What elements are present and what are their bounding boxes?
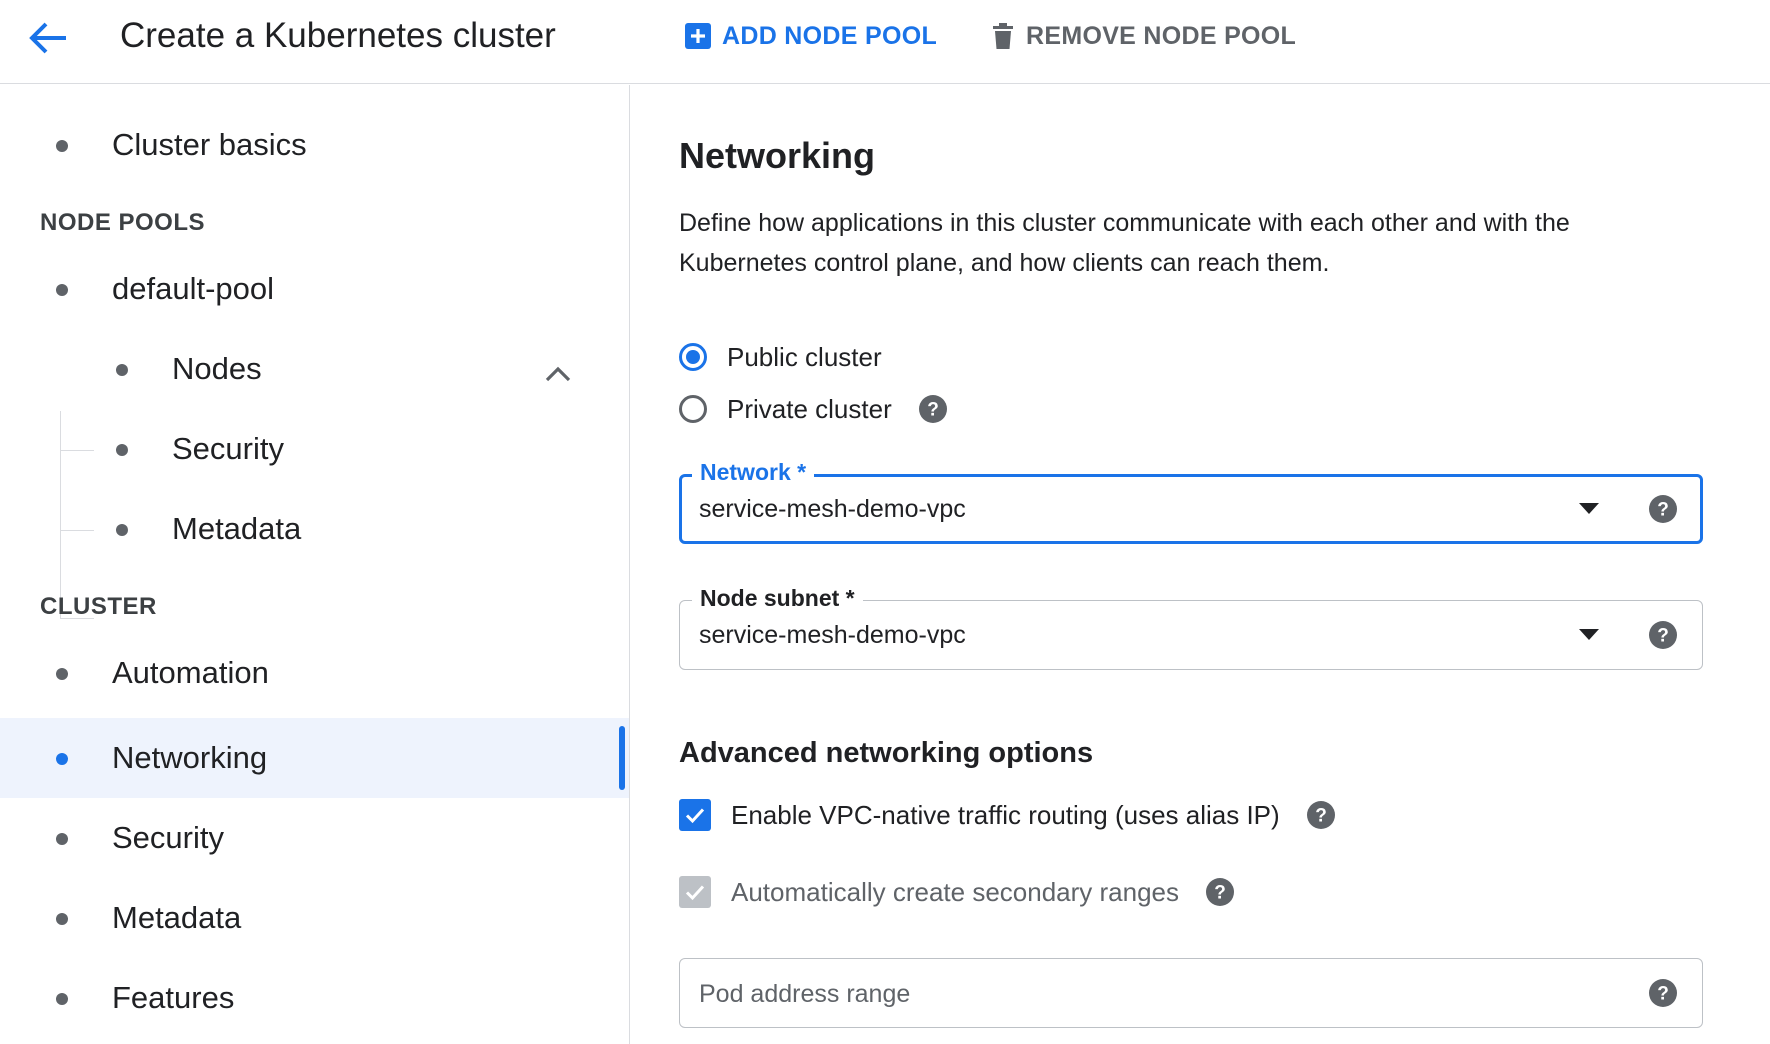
sidebar-item-label: Metadata: [112, 900, 242, 935]
bullet-icon: [56, 833, 68, 845]
sidebar-item-automation[interactable]: Automation: [0, 633, 629, 713]
add-node-pool-button[interactable]: ADD NODE POOL: [684, 14, 937, 58]
node-pools-heading: NODE POOLS: [40, 209, 206, 236]
bullet-icon: [116, 364, 128, 376]
dropdown-arrow-icon: [1579, 629, 1599, 640]
pod-address-range-input[interactable]: Pod address range ?: [679, 958, 1703, 1028]
sidebar-item-security[interactable]: Security: [0, 798, 629, 878]
sidebar-item-default-pool[interactable]: default-pool: [0, 249, 629, 329]
checkmark-icon: [685, 885, 705, 901]
dropdown-arrow-icon: [1579, 503, 1599, 514]
top-header: Create a Kubernetes cluster ADD NODE POO…: [0, 0, 1770, 84]
sidebar-item-label: default-pool: [112, 271, 275, 306]
vpc-native-option[interactable]: Enable VPC-native traffic routing (uses …: [679, 793, 1336, 837]
page-title: Create a Kubernetes cluster: [120, 16, 556, 55]
help-icon[interactable]: ?: [918, 394, 948, 424]
sidebar-item-label: Networking: [112, 740, 268, 775]
node-subnet-field-label: Node subnet *: [692, 585, 863, 612]
help-icon[interactable]: ?: [1648, 620, 1678, 650]
checkmark-icon: [685, 808, 705, 824]
remove-node-pool-label: REMOVE NODE POOL: [1026, 21, 1297, 50]
cluster-heading: CLUSTER: [40, 593, 157, 620]
sidebar-item-label: Nodes: [172, 351, 262, 386]
advanced-networking-title: Advanced networking options: [679, 737, 1094, 769]
svg-text:?: ?: [1214, 883, 1226, 904]
sidebar-item-cluster-basics[interactable]: Cluster basics: [0, 105, 629, 185]
vpc-native-label: Enable VPC-native traffic routing (uses …: [731, 799, 1280, 830]
secondary-ranges-label: Automatically create secondary ranges: [731, 876, 1180, 907]
sidebar-item-label: Security: [172, 431, 284, 466]
bullet-icon: [56, 668, 68, 680]
help-icon[interactable]: ?: [1205, 877, 1235, 907]
svg-text:?: ?: [1657, 626, 1669, 647]
radio-button[interactable]: [679, 395, 707, 423]
bullet-icon: [56, 140, 68, 152]
radio-button-selected[interactable]: [679, 343, 707, 371]
public-cluster-label: Public cluster: [727, 341, 882, 372]
help-icon[interactable]: ?: [1648, 978, 1678, 1008]
network-select[interactable]: Network * service-mesh-demo-vpc ?: [679, 459, 1703, 544]
help-icon[interactable]: ?: [1648, 494, 1678, 524]
bullet-icon: [116, 444, 128, 456]
sidebar-item-label: Security: [112, 820, 224, 855]
bullet-icon: [56, 993, 68, 1005]
help-icon[interactable]: ?: [1306, 800, 1336, 830]
sidebar-item-label: Features: [112, 980, 235, 1015]
node-subnet-select[interactable]: Node subnet * service-mesh-demo-vpc ?: [679, 585, 1703, 670]
sidebar-item-label: Automation: [112, 655, 269, 690]
sidebar-item-label: Cluster basics: [112, 127, 307, 162]
svg-text:?: ?: [927, 400, 939, 421]
sidebar-nav: Cluster basics NODE POOLS default-pool N…: [0, 85, 630, 1044]
bullet-icon: [116, 524, 128, 536]
sidebar-item-pool-metadata[interactable]: Metadata: [0, 489, 629, 569]
svg-text:?: ?: [1657, 984, 1669, 1005]
svg-text:?: ?: [1315, 806, 1327, 827]
sidebar-item-pool-security[interactable]: Security: [0, 409, 629, 489]
network-field-value: service-mesh-demo-vpc: [699, 495, 966, 523]
bullet-icon: [56, 284, 68, 296]
section-description: Define how applications in this cluster …: [679, 209, 1570, 277]
sidebar-item-metadata[interactable]: Metadata: [0, 878, 629, 958]
svg-text:?: ?: [1657, 500, 1669, 521]
checkbox-disabled: [679, 876, 711, 908]
public-cluster-option[interactable]: Public cluster: [679, 335, 882, 379]
sidebar-item-label: Metadata: [172, 511, 302, 546]
sidebar-item-features[interactable]: Features: [0, 958, 629, 1038]
add-node-pool-label: ADD NODE POOL: [722, 21, 938, 50]
active-indicator: [619, 726, 625, 790]
node-subnet-field-value: service-mesh-demo-vpc: [699, 621, 966, 649]
bullet-icon: [56, 913, 68, 925]
sidebar-item-pool-nodes[interactable]: Nodes: [0, 329, 629, 409]
checkbox-checked[interactable]: [679, 799, 711, 831]
back-button[interactable]: [20, 10, 76, 66]
private-cluster-label: Private cluster: [727, 393, 892, 424]
pod-address-range-placeholder: Pod address range: [699, 980, 911, 1008]
add-box-icon: [685, 23, 711, 49]
main-content: Networking Define how applications in th…: [631, 85, 1770, 1044]
remove-node-pool-button[interactable]: REMOVE NODE POOL: [990, 14, 1296, 58]
sidebar-item-networking[interactable]: Networking: [0, 718, 629, 798]
private-cluster-option[interactable]: Private cluster ?: [679, 387, 948, 431]
network-field-label: Network *: [692, 459, 815, 486]
arrow-back-icon: [29, 22, 66, 54]
secondary-ranges-option: Automatically create secondary ranges ?: [679, 870, 1235, 914]
bullet-icon: [56, 753, 68, 765]
section-title: Networking: [679, 135, 876, 176]
trash-icon: [993, 23, 1013, 49]
